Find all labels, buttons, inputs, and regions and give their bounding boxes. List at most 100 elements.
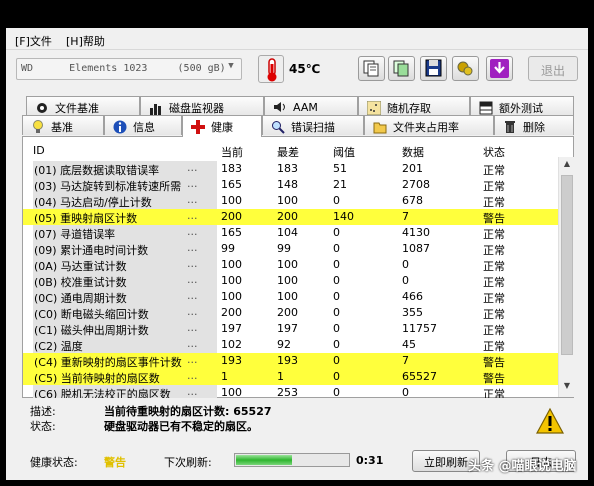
raw-data-value: 201 bbox=[402, 162, 423, 175]
tab-label: 删除 bbox=[523, 121, 545, 134]
magnifier-icon bbox=[272, 121, 285, 134]
table-row[interactable]: (01) 底层数据读取错误率... 183 183 51 201 正常 bbox=[23, 161, 558, 177]
threshold-value: 21 bbox=[333, 178, 347, 191]
table-row[interactable]: (C5) 当前待映射的扇区数... 1 1 0 65527 警告 bbox=[23, 369, 558, 385]
raw-data-value: 0 bbox=[402, 386, 409, 398]
tab-error-scan[interactable]: 错误扫描 bbox=[262, 115, 364, 135]
raw-data-value: 2708 bbox=[402, 178, 430, 191]
copy-icon bbox=[363, 60, 379, 77]
column-header-data[interactable]: 数据 bbox=[402, 144, 424, 160]
table-row[interactable]: (0A) 马达重试计数... 100 100 0 0 正常 bbox=[23, 257, 558, 273]
tab-health[interactable]: 健康 bbox=[182, 115, 262, 137]
tab-aam[interactable]: AAM bbox=[264, 96, 358, 116]
threshold-value: 0 bbox=[333, 290, 340, 303]
table-row[interactable]: (0C) 通电周期计数... 100 100 0 466 正常 bbox=[23, 289, 558, 305]
drive-select[interactable]: WD Elements 1023 (500 gB) ▼ bbox=[16, 58, 242, 80]
table-row[interactable]: (07) 寻道错误率... 165 104 0 4130 正常 bbox=[23, 225, 558, 241]
tab-info[interactable]: 信息 bbox=[104, 115, 182, 135]
screen-border bbox=[0, 0, 594, 28]
threshold-value: 140 bbox=[333, 210, 354, 223]
tab-erase[interactable]: 删除 bbox=[494, 115, 574, 135]
table-row[interactable]: (C6) 脱机无法校正的扇区数... 100 253 0 0 正常 bbox=[23, 385, 558, 398]
worst-value: 148 bbox=[277, 178, 298, 191]
folder-icon bbox=[373, 122, 387, 134]
threshold-value: 0 bbox=[333, 258, 340, 271]
tab-extra-tests[interactable]: 额外测试 bbox=[470, 96, 574, 116]
refresh-progress-bar bbox=[234, 453, 350, 467]
current-value: 165 bbox=[221, 226, 242, 239]
chevron-down-icon[interactable]: ▼ bbox=[224, 61, 238, 77]
exit-button[interactable]: 退出 bbox=[528, 56, 578, 81]
vertical-scrollbar[interactable]: ▲ ▼ bbox=[558, 157, 574, 397]
lightbulb-icon bbox=[33, 120, 43, 133]
worst-value: 100 bbox=[277, 274, 298, 287]
threshold-value: 0 bbox=[333, 370, 340, 383]
copy-all-button[interactable] bbox=[388, 56, 415, 81]
tab-random-access[interactable]: 随机存取 bbox=[358, 96, 470, 116]
copy-button[interactable] bbox=[358, 56, 385, 81]
worst-value: 200 bbox=[277, 306, 298, 319]
worst-value: 1 bbox=[277, 370, 284, 383]
scroll-up-icon[interactable]: ▲ bbox=[560, 159, 574, 173]
current-value: 200 bbox=[221, 210, 242, 223]
raw-data-value: 45 bbox=[402, 338, 416, 351]
truncation-dots: ... bbox=[187, 177, 198, 190]
worst-value: 100 bbox=[277, 258, 298, 271]
description-value: 当前待重映射的扇区计数: 65527 bbox=[104, 405, 272, 418]
threshold-value: 0 bbox=[333, 306, 340, 319]
options-button[interactable] bbox=[452, 56, 479, 81]
tab-folder-usage[interactable]: 文件夹占用率 bbox=[364, 115, 494, 135]
health-status-value: 警告 bbox=[104, 456, 126, 469]
tab-benchmark[interactable]: 基准 bbox=[22, 115, 104, 135]
table-row[interactable]: (C4) 重新映射的扇区事件计数... 193 193 0 7 警告 bbox=[23, 353, 558, 369]
truncation-dots: ... bbox=[187, 305, 198, 318]
download-button[interactable] bbox=[486, 56, 513, 81]
column-header-worst[interactable]: 最差 bbox=[277, 144, 299, 160]
tab-label: 错误扫描 bbox=[291, 121, 335, 134]
table-body: (01) 底层数据读取错误率... 183 183 51 201 正常 (03) 马达旋转到… bbox=[23, 161, 558, 398]
tab-disk-monitor[interactable]: 磁盘监视器 bbox=[140, 96, 264, 116]
save-button[interactable] bbox=[420, 56, 447, 81]
table-row[interactable]: (C0) 断电磁头缩回计数... 200 200 0 355 正常 bbox=[23, 305, 558, 321]
tab-label: 磁盘监视器 bbox=[169, 102, 224, 115]
watermark: 头条 @喵眼说电脑 bbox=[468, 459, 577, 474]
column-header-current[interactable]: 当前 bbox=[221, 144, 243, 160]
truncation-dots: ... bbox=[187, 257, 198, 270]
scroll-down-icon[interactable]: ▼ bbox=[560, 381, 574, 395]
worst-value: 99 bbox=[277, 242, 291, 255]
warning-triangle-icon bbox=[535, 407, 565, 435]
table-header: ID 当前 最差 阈值 数据 状态 bbox=[23, 141, 558, 159]
menu-file[interactable]: [F]文件 bbox=[15, 33, 52, 49]
status-value: 正常 bbox=[483, 276, 505, 289]
table-row[interactable]: (04) 马达启动/停止计数... 100 100 0 678 正常 bbox=[23, 193, 558, 209]
column-header-status[interactable]: 状态 bbox=[483, 144, 505, 160]
tab-label: 文件基准 bbox=[55, 102, 99, 115]
tab-file-benchmark[interactable]: 文件基准 bbox=[26, 96, 140, 116]
raw-data-value: 466 bbox=[402, 290, 423, 303]
raw-data-value: 7 bbox=[402, 354, 409, 367]
raw-data-value: 11757 bbox=[402, 322, 437, 335]
column-header-threshold[interactable]: 阈值 bbox=[333, 144, 355, 160]
worst-value: 200 bbox=[277, 210, 298, 223]
table-row[interactable]: (09) 累计通电时间计数... 99 99 0 1087 正常 bbox=[23, 241, 558, 257]
table-row[interactable]: (05) 重映射扇区计数... 200 200 140 7 警告 bbox=[23, 209, 558, 225]
tab-label: 信息 bbox=[133, 121, 155, 134]
table-row[interactable]: (0B) 校准重试计数... 100 100 0 0 正常 bbox=[23, 273, 558, 289]
worst-value: 104 bbox=[277, 226, 298, 239]
menu-help[interactable]: [H]帮助 bbox=[66, 33, 105, 49]
table-row[interactable]: (03) 马达旋转到标准转速所需... 165 148 21 2708 正常 bbox=[23, 177, 558, 193]
tab-label: 基准 bbox=[51, 121, 73, 134]
threshold-value: 0 bbox=[333, 194, 340, 207]
scroll-thumb[interactable] bbox=[561, 175, 573, 355]
refresh-countdown: 0:31 bbox=[356, 454, 384, 467]
truncation-dots: ... bbox=[187, 209, 198, 222]
table-row[interactable]: (C1) 磁头伸出周期计数... 197 197 0 11757 正常 bbox=[23, 321, 558, 337]
status-value: 警告 bbox=[483, 372, 505, 385]
column-header-id[interactable]: ID bbox=[33, 144, 45, 157]
truncation-dots: ... bbox=[187, 369, 198, 382]
status-value: 警告 bbox=[483, 356, 505, 369]
table-row[interactable]: (C2) 温度... 102 92 0 45 正常 bbox=[23, 337, 558, 353]
worst-value: 100 bbox=[277, 290, 298, 303]
scatter-icon bbox=[367, 101, 381, 115]
current-value: 100 bbox=[221, 194, 242, 207]
